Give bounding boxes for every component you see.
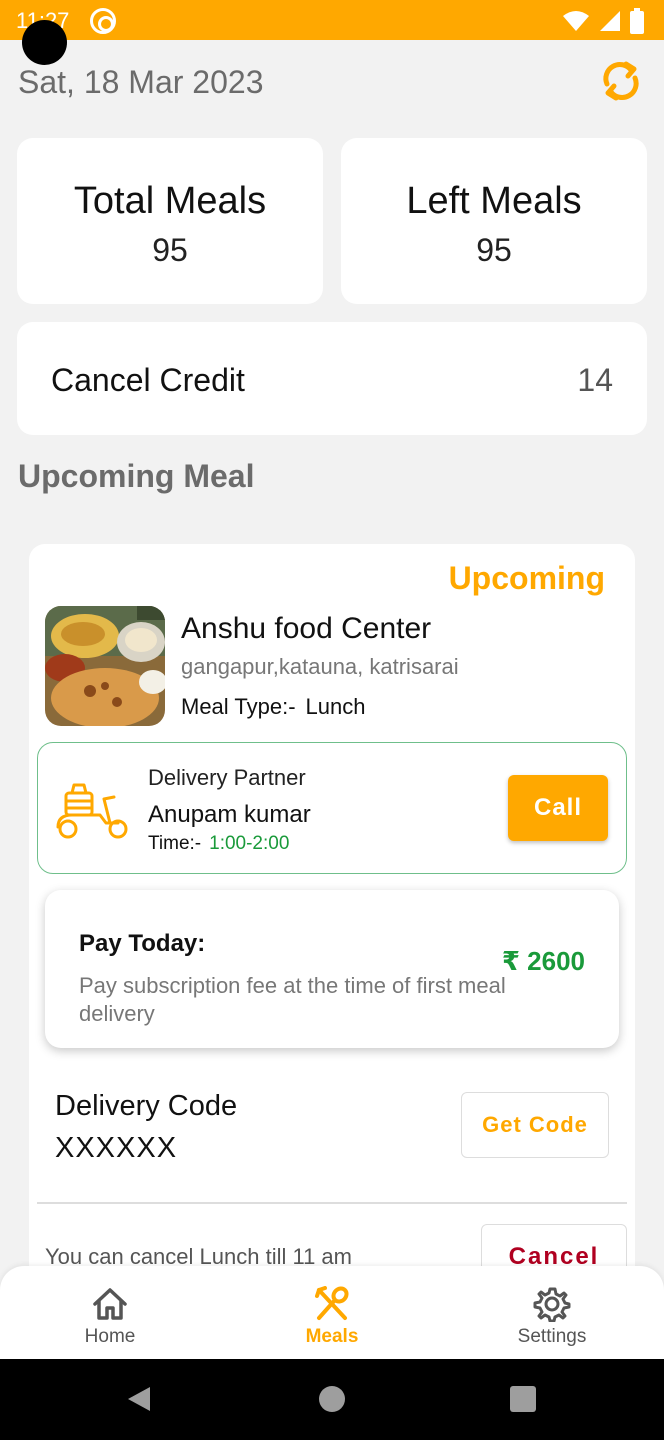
status-bar: 11:27 [0,0,664,40]
divider [37,1202,627,1204]
refresh-icon [603,61,639,101]
system-home-icon[interactable] [319,1386,345,1412]
pay-description: Pay subscription fee at the time of firs… [79,973,506,1026]
nav-label-home: Home [84,1326,136,1347]
screen-edge [0,40,664,60]
system-navigation-bar [0,1359,664,1440]
section-title: Upcoming Meal [18,458,255,494]
nav-label-settings: Settings [517,1326,587,1347]
delivery-code-label: Delivery Code [55,1090,238,1122]
home-icon [93,1288,127,1320]
battery-icon [630,8,644,34]
recents-icon[interactable] [510,1386,536,1412]
left-meals-card: Left Meals 95 [341,138,647,304]
left-meals-label: Left Meals [406,180,582,222]
nav-item-home[interactable]: Home [40,1286,180,1348]
pay-today-title: Pay Today: [79,930,206,957]
fork-spoon-icon [315,1286,349,1320]
delivery-time: Time:- 1:00-2:00 [148,833,289,855]
total-meals-value: 95 [152,232,188,268]
gear-icon [533,1287,571,1322]
delivery-time-label: Time:- [148,833,202,854]
cancel-credit-value: 14 [577,362,613,398]
refresh-button[interactable] [598,58,644,104]
left-meals-value: 95 [476,232,512,268]
cancel-credit-card: Cancel Credit 14 [17,322,647,435]
call-button[interactable]: Call [508,775,608,841]
cancel-credit-label: Cancel Credit [51,362,245,398]
meal-type-label: Meal Type:- [181,694,296,719]
delivery-partner-label: Delivery Partner [148,765,306,790]
nav-item-meals[interactable]: Meals [262,1286,402,1348]
get-code-button[interactable]: Get Code [461,1092,609,1158]
meal-status-badge: Upcoming [448,560,605,596]
camera-cutout [22,20,67,65]
delivery-scooter-icon [56,783,128,839]
bottom-navigation: Home Meals Settings [0,1266,664,1359]
restaurant-name: Anshu food Center [181,612,432,645]
nav-item-settings[interactable]: Settings [482,1286,622,1348]
food-image [45,606,165,726]
wifi-icon [563,11,589,31]
delivery-partner-box: Delivery Partner Anupam kumar Time:- 1:00… [37,742,627,874]
meal-type: Meal Type:- Lunch [181,694,366,720]
delivery-time-value: 1:00-2:00 [209,833,290,854]
at-sign-icon [90,8,116,34]
meal-type-value: Lunch [305,694,366,719]
upcoming-meal-card: Upcoming Anshu food Center gangapur,kata… [29,544,635,1304]
total-meals-label: Total Meals [73,180,267,222]
delivery-partner-name: Anupam kumar [148,801,311,828]
pay-today-box: Pay Today: ₹ 2600 Pay subscription fee a… [45,890,619,1048]
restaurant-address: gangapur,katauna, katrisarai [181,654,459,679]
delivery-code-value: XXXXXX [55,1132,178,1164]
nav-label-meals: Meals [305,1326,359,1347]
back-icon[interactable] [126,1385,152,1413]
status-icons [562,8,644,34]
total-meals-card: Total Meals 95 [17,138,323,304]
date-label: Sat, 18 Mar 2023 [18,64,264,100]
signal-icon [600,11,620,31]
